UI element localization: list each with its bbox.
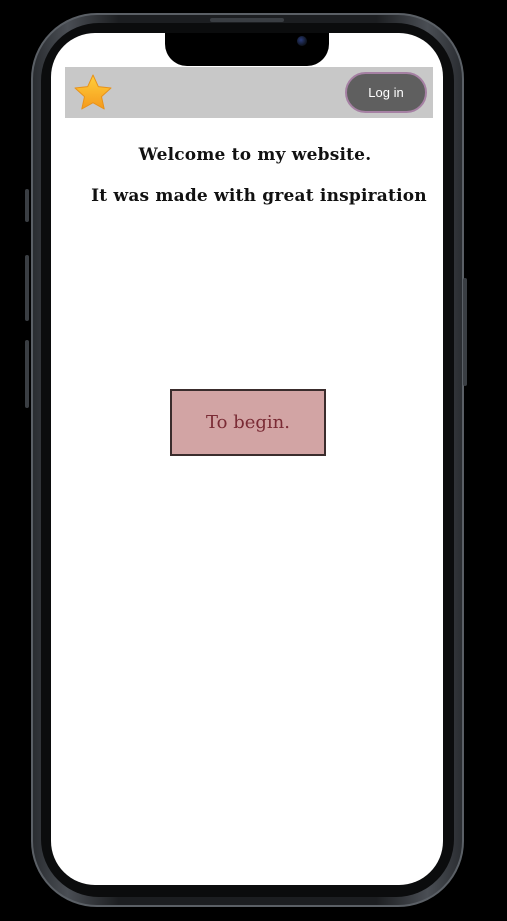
silent-switch	[25, 189, 29, 222]
login-button[interactable]: Log in	[345, 72, 427, 113]
star-icon[interactable]	[73, 73, 113, 113]
notch	[165, 33, 329, 66]
begin-button[interactable]: To begin.	[170, 389, 326, 456]
inspiration-heading: It was made with great inspiration	[91, 186, 427, 206]
welcome-heading: Welcome to my website.	[138, 145, 372, 165]
begin-button-label: To begin.	[206, 412, 290, 433]
power-button	[463, 278, 467, 386]
phone-screen: Log in Welcome to my website. It was mad…	[51, 33, 443, 885]
phone-speaker	[210, 18, 284, 22]
volume-up-button	[25, 255, 29, 321]
volume-down-button	[25, 340, 29, 408]
login-button-label: Log in	[368, 85, 404, 100]
top-navbar: Log in	[65, 67, 433, 118]
front-camera	[297, 36, 307, 46]
